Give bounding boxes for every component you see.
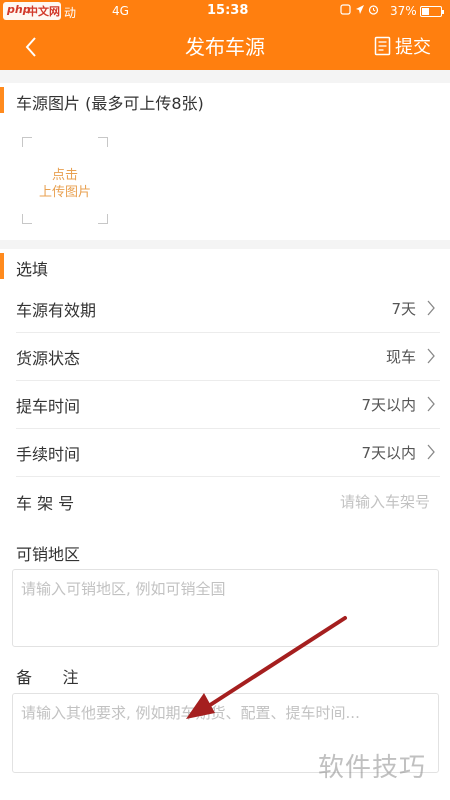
- chevron-right-icon: [427, 300, 435, 316]
- row-label: 手续时间: [16, 445, 81, 464]
- battery-percent: 37%: [390, 4, 417, 18]
- chevron-right-icon: [427, 444, 435, 460]
- status-icons: [340, 4, 379, 18]
- chevron-right-icon: [427, 396, 435, 412]
- submit-label: 提交: [395, 37, 431, 58]
- upload-corner: [22, 214, 32, 224]
- photos-header-text: 车源图片 (最多可上传8张): [16, 94, 204, 113]
- optional-header-text: 选填: [16, 260, 49, 279]
- location-icon: [355, 5, 364, 14]
- section-gap: [0, 70, 450, 83]
- network-text: 4G: [112, 4, 129, 18]
- sale-area-placeholder: 请输入可销地区, 例如可销全国: [21, 580, 226, 598]
- alarm-icon: [368, 5, 379, 15]
- battery-fill: [422, 8, 429, 15]
- section-accent-bar: [0, 253, 4, 279]
- row-value: 7天以内: [361, 444, 416, 462]
- row-stock-status[interactable]: 货源状态 现车: [16, 333, 440, 381]
- top-bar: php 中文网 动 4G 15:38 37% 发布车源 提交: [0, 0, 450, 70]
- php-cn-logo: php 中文网: [3, 2, 61, 20]
- battery-icon: [420, 6, 444, 17]
- submit-button[interactable]: 提交: [374, 34, 431, 58]
- row-label: 提车时间: [16, 397, 81, 416]
- row-label: 货源状态: [16, 349, 81, 368]
- remarks-label: 备 注: [16, 668, 79, 687]
- remarks-placeholder: 请输入其他要求, 例如期车期货、配置、提车时间...: [21, 704, 360, 722]
- upload-corner: [98, 137, 108, 147]
- vin-input[interactable]: 请输入车架号: [340, 491, 430, 512]
- row-value: 现车: [385, 348, 416, 366]
- sale-area-input[interactable]: 请输入可销地区, 例如可销全国: [12, 569, 439, 647]
- upload-label-line2: 上传图片: [38, 185, 91, 200]
- watermark-text: 软件技巧: [318, 753, 427, 783]
- vin-label: 车 架 号: [16, 494, 75, 513]
- row-label: 车源有效期: [16, 301, 97, 320]
- row-value: 7天: [391, 300, 416, 318]
- chevron-right-icon: [427, 348, 435, 364]
- section-accent-bar: [0, 87, 4, 113]
- optional-section-header: 选填: [0, 249, 450, 285]
- logo-cn-text: 中文网: [27, 5, 60, 18]
- upload-corner: [98, 214, 108, 224]
- document-icon: [374, 36, 391, 56]
- sale-area-label: 可销地区: [16, 545, 81, 564]
- upload-corner: [22, 137, 32, 147]
- carrier-text: 动: [64, 6, 77, 20]
- rotation-lock-icon: [340, 4, 351, 15]
- status-time: 15:38: [207, 3, 249, 18]
- row-pickup-time[interactable]: 提车时间 7天以内: [16, 381, 440, 429]
- row-paperwork-time[interactable]: 手续时间 7天以内: [16, 429, 440, 477]
- photos-section-header: 车源图片 (最多可上传8张): [0, 83, 450, 119]
- upload-photo-button[interactable]: 点击 上传图片: [22, 137, 108, 224]
- status-bar: php 中文网 动 4G 15:38 37%: [0, 0, 450, 22]
- row-vin[interactable]: 车 架 号 请输入车架号: [16, 478, 440, 526]
- row-validity[interactable]: 车源有效期 7天: [16, 285, 440, 333]
- row-value: 7天以内: [361, 396, 416, 414]
